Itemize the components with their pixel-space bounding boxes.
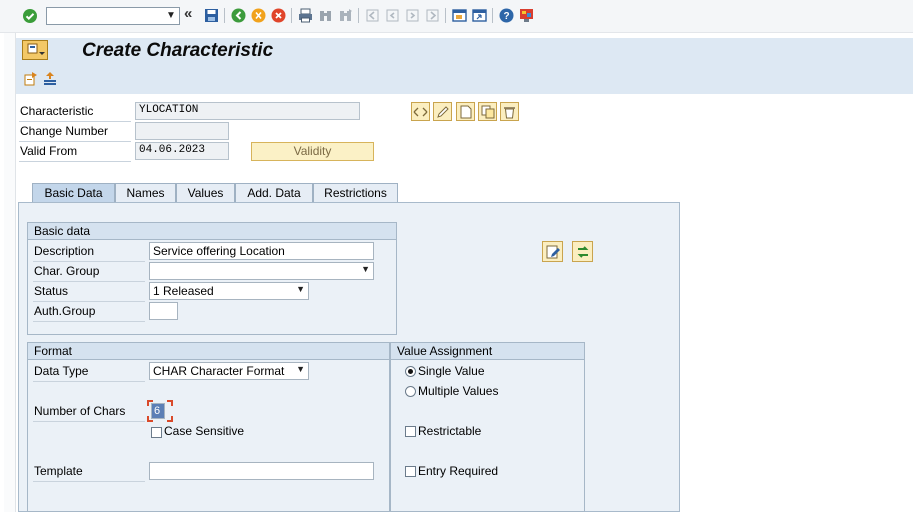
case-sensitive-label: Case Sensitive: [164, 424, 245, 438]
left-frame: [4, 33, 16, 512]
description-field[interactable]: Service offering Location: [149, 242, 374, 260]
data-type-select[interactable]: CHAR Character Format ▼: [149, 362, 309, 380]
label-underline: [33, 321, 145, 322]
label-underline: [33, 281, 145, 282]
create-new-icon[interactable]: [456, 102, 475, 121]
char-group-select[interactable]: ▼: [149, 262, 374, 280]
validity-button[interactable]: Validity: [251, 142, 374, 161]
data-type-value: CHAR Character Format: [153, 364, 285, 378]
display-change-icon[interactable]: [42, 71, 58, 87]
green-check-icon[interactable]: [21, 7, 39, 25]
find-next-icon[interactable]: [338, 8, 353, 23]
characteristic-field[interactable]: YLOCATION: [135, 102, 360, 120]
multiple-values-label: Multiple Values: [418, 384, 499, 398]
template-field[interactable]: [149, 462, 374, 480]
valid-from-field[interactable]: 04.06.2023: [135, 142, 229, 160]
single-value-radio[interactable]: [405, 366, 416, 377]
system-toolbar: ▼ « ?: [0, 0, 913, 33]
cancel-icon[interactable]: [271, 8, 286, 23]
help-icon[interactable]: ?: [499, 8, 514, 23]
tab-restrictions[interactable]: Restrictions: [313, 183, 398, 203]
svg-text:?: ?: [503, 11, 509, 22]
single-value-label: Single Value: [418, 364, 485, 378]
create-session-icon[interactable]: [452, 8, 467, 23]
application-toolbar: [16, 66, 913, 94]
label-underline: [33, 261, 145, 262]
save-icon[interactable]: [204, 8, 219, 23]
shortcut-icon[interactable]: [472, 8, 487, 23]
value-assignment-heading: Value Assignment: [391, 343, 584, 360]
characteristic-label: Characteristic: [20, 104, 94, 118]
restrictable-label: Restrictable: [418, 424, 482, 438]
collapse-command-field-icon[interactable]: «: [184, 5, 192, 22]
description-label: Description: [34, 244, 95, 258]
first-page-icon[interactable]: [365, 8, 380, 23]
change-pencil-icon[interactable]: [433, 102, 452, 121]
other-characteristic-icon[interactable]: [23, 71, 39, 87]
valid-from-label: Valid From: [20, 144, 78, 158]
command-history-dropdown-icon[interactable]: ▼: [163, 7, 179, 23]
last-page-icon[interactable]: [425, 8, 440, 23]
data-type-label: Data Type: [34, 364, 89, 378]
previous-page-icon[interactable]: [385, 8, 400, 23]
chevron-down-icon[interactable]: ▼: [361, 264, 370, 274]
tab-names[interactable]: Names: [115, 183, 176, 203]
status-select[interactable]: 1 Released ▼: [149, 282, 309, 300]
format-heading: Format: [28, 343, 389, 360]
toolbar-separator: [445, 8, 446, 23]
next-page-icon[interactable]: [405, 8, 420, 23]
back-icon[interactable]: [231, 8, 246, 23]
auth-group-label: Auth.Group: [34, 304, 96, 318]
multiple-values-radio[interactable]: [405, 386, 416, 397]
classification-icon[interactable]: [572, 241, 593, 262]
status-value: 1 Released: [153, 284, 214, 298]
number-of-chars-focus-frame: 6: [147, 400, 173, 422]
template-label: Template: [34, 464, 83, 478]
toolbar-separator: [492, 8, 493, 23]
toolbar-separator: [291, 8, 292, 23]
number-of-chars-label: Number of Chars: [34, 404, 126, 418]
change-number-field[interactable]: [135, 122, 229, 140]
restrictable-checkbox[interactable]: [405, 426, 416, 437]
page-title: Create Characteristic: [82, 40, 274, 61]
exit-icon[interactable]: [251, 8, 266, 23]
label-underline: [19, 161, 131, 162]
char-group-label: Char. Group: [34, 264, 100, 278]
label-underline: [19, 121, 131, 122]
chevron-down-icon[interactable]: ▼: [296, 284, 305, 294]
customize-layout-icon[interactable]: [519, 8, 534, 23]
tab-values[interactable]: Values: [176, 183, 235, 203]
title-bar: Create Characteristic: [16, 38, 913, 66]
number-of-chars-field[interactable]: 6: [151, 403, 165, 419]
menu-icon[interactable]: [22, 40, 48, 60]
case-sensitive-checkbox[interactable]: [151, 427, 162, 438]
find-icon[interactable]: [318, 8, 333, 23]
copy-icon[interactable]: [478, 102, 497, 121]
label-underline: [19, 141, 131, 142]
auth-group-field[interactable]: [149, 302, 178, 320]
edit-long-text-icon[interactable]: [542, 241, 563, 262]
delete-icon[interactable]: [500, 102, 519, 121]
entry-required-label: Entry Required: [418, 464, 499, 478]
status-label: Status: [34, 284, 69, 298]
tab-add-data[interactable]: Add. Data: [235, 183, 313, 203]
label-underline: [33, 301, 145, 302]
display-change-toggle-icon[interactable]: [411, 102, 430, 121]
toolbar-separator: [358, 8, 359, 23]
command-field[interactable]: [46, 7, 180, 25]
basic-data-heading: Basic data: [28, 223, 396, 240]
label-underline: [33, 421, 145, 422]
toolbar-separator: [224, 8, 225, 23]
tab-basic-data[interactable]: Basic Data: [32, 183, 115, 203]
print-icon[interactable]: [298, 8, 313, 23]
change-number-label: Change Number: [20, 124, 109, 138]
chevron-down-icon[interactable]: ▼: [296, 364, 305, 374]
label-underline: [33, 481, 145, 482]
label-underline: [33, 381, 145, 382]
entry-required-checkbox[interactable]: [405, 466, 416, 477]
